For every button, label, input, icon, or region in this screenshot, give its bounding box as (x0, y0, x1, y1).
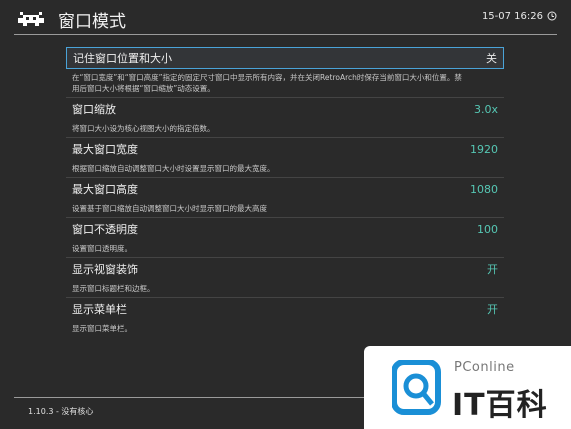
setting-label: 显示菜单栏 (72, 303, 127, 316)
setting-label: 最大窗口高度 (72, 183, 138, 196)
setting-row[interactable]: 最大窗口高度 1080 (66, 178, 504, 200)
setting-value: 3.0x (473, 102, 498, 116)
setting-row[interactable]: 显示菜单栏 开 (66, 298, 504, 320)
setting-row[interactable]: 记住窗口位置和大小 关 (66, 47, 504, 69)
setting-value: 100 (477, 222, 498, 236)
setting-description: 设置窗口透明度。 (66, 240, 504, 257)
setting-description: 显示窗口菜单栏。 (66, 320, 504, 337)
setting-row[interactable]: 窗口不透明度 100 (66, 218, 504, 240)
setting-description-line: 将窗口大小设为核心视图大小的指定倍数。 (72, 124, 215, 133)
setting-description-line: 用后窗口大小将根据“窗口缩放”动态设置。 (72, 84, 215, 93)
setting-description: 根据窗口缩放自动调整窗口大小时设置显示窗口的最大宽度。 (66, 160, 504, 177)
clock: 15-07 16:26 (481, 11, 543, 22)
setting-row[interactable]: 最大窗口宽度 1920 (66, 138, 504, 160)
setting-description-line: 根据窗口缩放自动调整窗口大小时设置显示窗口的最大宽度。 (72, 164, 275, 173)
setting-label: 窗口不透明度 (72, 223, 138, 236)
setting-value: 开 (487, 303, 498, 316)
footer-status: 1.10.3 - 没有核心 (28, 407, 94, 416)
setting-description: 将窗口大小设为核心视图大小的指定倍数。 (66, 120, 504, 137)
setting-description-line: 显示窗口标题栏和边框。 (72, 284, 155, 293)
setting-row[interactable]: 窗口缩放 3.0x (66, 98, 504, 120)
setting-row[interactable]: 显示视窗装饰 开 (66, 258, 504, 280)
power-icon (547, 11, 557, 21)
header: 窗口模式 15-07 16:26 (0, 0, 571, 34)
retroarch-logo-icon (18, 12, 44, 26)
header-divider (14, 34, 557, 35)
setting-label: 记住窗口位置和大小 (73, 52, 172, 65)
setting-value: 1920 (470, 142, 498, 156)
setting-description-line: 在“窗口宽度”和“窗口高度”指定的固定尺寸窗口中显示所有内容，并在关闭Retro… (72, 73, 462, 82)
setting-value: 关 (486, 52, 497, 65)
settings-list: 记住窗口位置和大小 关在“窗口宽度”和“窗口高度”指定的固定尺寸窗口中显示所有内容… (66, 47, 504, 337)
page-title: 窗口模式 (58, 12, 126, 32)
setting-label: 最大窗口宽度 (72, 143, 138, 156)
setting-description-line: 显示窗口菜单栏。 (72, 324, 132, 333)
watermark: PConline IT百科 (364, 346, 571, 429)
watermark-name: IT百科 (452, 388, 548, 423)
setting-label: 窗口缩放 (72, 103, 116, 116)
watermark-brand: PConline (454, 360, 515, 375)
setting-value: 1080 (470, 182, 498, 196)
setting-description-line: 设置窗口透明度。 (72, 244, 132, 253)
setting-description: 设置基于窗口缩放自动调整窗口大小时显示窗口的最大高度 (66, 200, 504, 217)
setting-label: 显示视窗装饰 (72, 263, 138, 276)
setting-description: 显示窗口标题栏和边框。 (66, 280, 504, 297)
magnifier-logo-icon (392, 360, 441, 415)
setting-description: 在“窗口宽度”和“窗口高度”指定的固定尺寸窗口中显示所有内容，并在关闭Retro… (66, 69, 504, 97)
setting-description-line: 设置基于窗口缩放自动调整窗口大小时显示窗口的最大高度 (72, 204, 267, 213)
setting-value: 开 (487, 263, 498, 276)
